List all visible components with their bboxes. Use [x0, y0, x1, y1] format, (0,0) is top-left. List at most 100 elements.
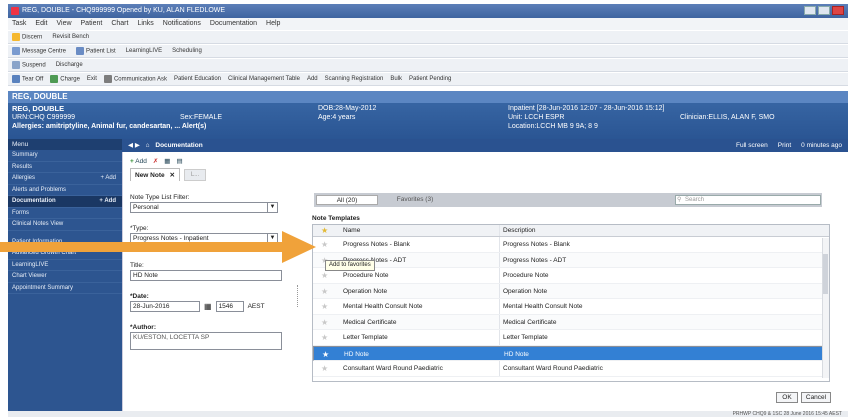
- table-row[interactable]: ★ Letter Template Letter Template: [313, 330, 829, 346]
- toolbar-scheduling[interactable]: Scheduling: [172, 48, 202, 54]
- tab-all[interactable]: All (20): [316, 195, 378, 205]
- toolbar-bulk[interactable]: Bulk: [390, 76, 402, 82]
- tab-favorites[interactable]: Favorites (3): [384, 195, 446, 205]
- sidebar-item-summary[interactable]: Summary: [8, 150, 122, 162]
- toolbar-patient-list[interactable]: Patient List: [76, 47, 116, 55]
- discern-icon: [12, 33, 20, 41]
- table-row-selected[interactable]: ★ HD Note HD Note: [313, 345, 829, 363]
- sidebar-item-chart-viewer[interactable]: Chart Viewer: [8, 271, 122, 283]
- clinician: Clinician:ELLIS, ALAN F, SMO: [680, 114, 775, 121]
- toolbar-revisit[interactable]: Revisit Bench: [52, 34, 89, 40]
- note-type-filter-select[interactable]: Personal ▼: [130, 202, 278, 213]
- table-row[interactable]: ★ Procedure Note Procedure Note: [313, 268, 829, 284]
- menu-task[interactable]: Task: [12, 18, 26, 30]
- favorite-column-icon: ★: [321, 226, 329, 235]
- toolbar-communication[interactable]: Communication Ask: [103, 75, 167, 83]
- toolbar-clinical-management[interactable]: Clinical Management Table: [228, 76, 300, 82]
- back-icon[interactable]: ◀: [128, 142, 133, 149]
- menu-notifications[interactable]: Notifications: [163, 18, 201, 30]
- tab-list[interactable]: L...: [183, 168, 207, 181]
- full-screen-button[interactable]: Full screen: [736, 139, 768, 152]
- author-field[interactable]: KU/ESTON, LOCETTA SP: [130, 332, 282, 350]
- toolbar-charge[interactable]: Charge: [50, 75, 80, 83]
- maximize-icon[interactable]: [818, 6, 830, 15]
- sidebar-item-alerts-problems[interactable]: Alerts and Problems: [8, 185, 122, 196]
- menu-view[interactable]: View: [56, 18, 71, 30]
- encounter-inpatient: Inpatient [28-Jun-2016 12:07 - 28-Jun-20…: [508, 105, 665, 112]
- ok-button[interactable]: OK: [776, 392, 798, 403]
- note-form: Note Type List Filter: Personal ▼ *Type: …: [130, 184, 298, 364]
- navigation-sidebar: Menu Summary Results Allergies + Add Aler…: [8, 139, 122, 411]
- title-field[interactable]: HD Note: [130, 270, 282, 281]
- sidebar-item-appointment-summary[interactable]: Appointment Summary: [8, 283, 122, 294]
- toolbar-patient-pending[interactable]: Patient Pending: [409, 76, 451, 82]
- add-note-button[interactable]: + Add: [130, 158, 147, 165]
- toolbar-learninglive[interactable]: LearningLIVE: [126, 48, 162, 54]
- table-row[interactable]: ★ Mental Health Consult Note Mental Health…: [313, 299, 829, 315]
- toolbar-exit[interactable]: Exit: [87, 76, 97, 82]
- cancel-button[interactable]: Cancel: [801, 392, 831, 403]
- toolbar-discern[interactable]: Discern: [12, 33, 42, 41]
- note-type-filter-label: Note Type List Filter:: [130, 194, 190, 201]
- close-tab-icon[interactable]: ✕: [169, 172, 174, 179]
- list-view-icon[interactable]: ▦: [164, 157, 170, 165]
- template-search-input[interactable]: ⚲ Search: [675, 195, 821, 205]
- table-row[interactable]: ★Progress Notes - ADTProgress Notes - AD…: [313, 252, 829, 268]
- menu-documentation[interactable]: Documentation: [210, 18, 257, 30]
- refresh-button[interactable]: 0 minutes ago: [801, 139, 842, 152]
- favorite-star-icon[interactable]: ★: [321, 361, 328, 377]
- close-icon[interactable]: [832, 6, 844, 15]
- home-icon[interactable]: ⌂: [146, 142, 150, 149]
- minimize-icon[interactable]: [804, 6, 816, 15]
- tab-new-note[interactable]: New Note ✕: [130, 168, 180, 181]
- sidebar-item-documentation[interactable]: Documentation + Add: [8, 196, 122, 208]
- note-templates-grid: ★ Name Description ★ Progress Notes - Bla…: [312, 224, 830, 382]
- sidebar-item-forms[interactable]: Forms: [8, 208, 122, 219]
- menu-links[interactable]: Links: [137, 18, 153, 30]
- toolbar-scanning[interactable]: Scanning Registration: [325, 76, 384, 82]
- forward-icon[interactable]: ▶: [135, 142, 140, 149]
- column-name-header[interactable]: Name: [343, 225, 360, 237]
- sidebar-item-allergies[interactable]: Allergies + Add: [8, 173, 122, 185]
- menu-help[interactable]: Help: [266, 18, 280, 30]
- date-field[interactable]: 28-Jun-2016: [130, 301, 200, 312]
- print-button[interactable]: Print: [778, 139, 791, 152]
- toolbar-patient-education[interactable]: Patient Education: [174, 76, 221, 82]
- table-row[interactable]: ★ Operation Note Operation Note: [313, 283, 829, 300]
- delete-icon[interactable]: ✗: [153, 157, 158, 165]
- toolbar-suspend[interactable]: Suspend: [12, 61, 46, 69]
- toolbar-message-centre[interactable]: Message Centre: [12, 47, 66, 55]
- column-divider: [499, 299, 500, 314]
- communication-icon: [103, 75, 112, 83]
- favorite-star-icon[interactable]: ★: [321, 330, 328, 346]
- encounter-location: Location:LCCH MB 9 9A; 8 9: [508, 123, 598, 130]
- patient-name-bar: REG, DOUBLE: [8, 91, 848, 103]
- documentation-add-button[interactable]: + Add: [99, 196, 116, 208]
- favorite-star-icon[interactable]: ★: [321, 237, 328, 253]
- toolbar-discharge[interactable]: Discharge: [56, 62, 83, 68]
- calendar-icon[interactable]: ▦: [204, 302, 212, 311]
- allergies-add-button[interactable]: + Add: [100, 173, 116, 185]
- column-description-header[interactable]: Description: [503, 225, 536, 237]
- menu-patient[interactable]: Patient: [81, 18, 103, 30]
- favorite-star-icon[interactable]: ★: [321, 299, 328, 315]
- search-icon: ⚲: [677, 197, 682, 203]
- pane-splitter[interactable]: [297, 285, 300, 307]
- sidebar-item-results[interactable]: Results: [8, 162, 122, 173]
- table-row[interactable]: ★ Consultant Ward Round Paediatric Consult…: [313, 361, 829, 377]
- favorite-star-icon[interactable]: ★: [322, 347, 329, 363]
- toolbar-tear-off[interactable]: Tear Off: [12, 75, 43, 83]
- grid-scrollbar-thumb[interactable]: [823, 254, 828, 294]
- patient-sex: Sex:FEMALE: [180, 114, 223, 121]
- menu-edit[interactable]: Edit: [35, 18, 47, 30]
- table-row[interactable]: ★ Medical Certificate Medical Certificate: [313, 314, 829, 331]
- favorite-star-icon[interactable]: ★: [321, 284, 328, 300]
- toolbar-add[interactable]: Add: [307, 76, 318, 82]
- document-icon[interactable]: ▤: [176, 157, 182, 165]
- menu-chart[interactable]: Chart: [111, 18, 128, 30]
- patient-allergies[interactable]: Allergies: amitriptyline, Animal fur, ca…: [12, 122, 206, 131]
- time-field[interactable]: 1546: [215, 301, 244, 312]
- date-label: *Date:: [130, 293, 149, 300]
- favorite-star-icon[interactable]: ★: [321, 315, 328, 331]
- table-row[interactable]: ★ Progress Notes - Blank Progress Notes - …: [313, 237, 829, 253]
